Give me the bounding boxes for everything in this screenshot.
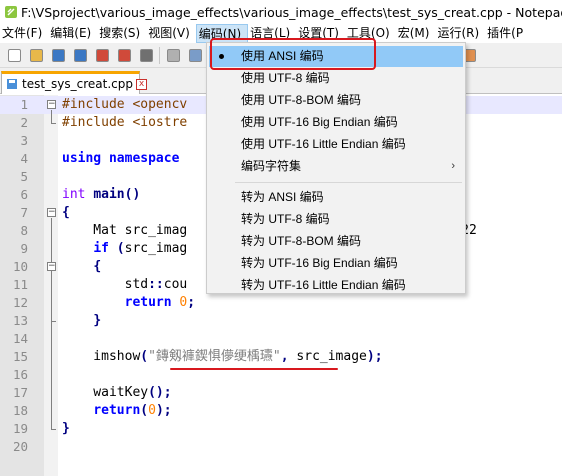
notepadpp-app-icon [5, 6, 17, 18]
tab-test-sys-creat[interactable]: test_sys_creat.cpp x [1, 71, 148, 94]
code-line[interactable]: 18 return(0); [0, 402, 562, 420]
code-line[interactable]: 14 [0, 330, 562, 348]
menu-item-label: 转为 UTF-16 Little Endian 编码 [241, 278, 406, 292]
code-text: imshow("鏄剱褲鍥惧儚绠楀瓙", src_image); [62, 349, 383, 364]
fold-line [51, 110, 52, 123]
menu-item-label: 编码字符集 [241, 159, 302, 173]
code-line[interactable]: 13 } [0, 312, 562, 330]
save-icon[interactable] [50, 47, 66, 63]
code-line[interactable]: 12 return 0; [0, 294, 562, 312]
code-line[interactable]: 17 waitKey(); [0, 384, 562, 402]
code-text: return(0); [93, 403, 172, 418]
fold-toggle-icon[interactable]: − [47, 208, 56, 217]
encoding-menu: 使用 ANSI 编码 使用 UTF-8 编码 使用 UTF-8-BOM 编码 使用 U… [206, 42, 466, 294]
fold-end [51, 321, 56, 322]
menu-separator [235, 182, 462, 183]
menu-item-label: 使用 UTF-16 Little Endian 编码 [241, 137, 406, 151]
tab-close-icon[interactable]: x [136, 78, 148, 90]
line-number: 9 [20, 241, 28, 256]
new-file-icon[interactable] [6, 47, 22, 63]
code-text: #include <opencv [62, 97, 188, 112]
line-number: 10 [12, 259, 28, 274]
print-icon[interactable] [138, 47, 154, 63]
encoding-menu-item[interactable]: 使用 UTF-16 Little Endian 编码 [209, 134, 463, 155]
window-title: F:\VSproject\various_image_effects\vario… [21, 4, 562, 20]
toolbar-separator [159, 46, 160, 64]
annotation-underline [170, 368, 338, 370]
submenu-arrow-icon: › [451, 160, 455, 172]
line-number: 3 [20, 133, 28, 148]
code-text: } [93, 313, 102, 328]
code-text: return 0; [124, 295, 196, 310]
menu-item-10[interactable]: 插件(P [485, 24, 529, 43]
file-saved-icon [7, 79, 17, 89]
fold-end [51, 123, 56, 124]
line-number: 2 [20, 115, 28, 130]
cut-icon[interactable] [165, 47, 181, 63]
line-number: 4 [20, 151, 28, 166]
menu-item-2[interactable]: 搜索(S) [97, 24, 146, 43]
title-bar: F:\VSproject\various_image_effects\vario… [0, 0, 562, 24]
menu-item-8[interactable]: 宏(M) [396, 24, 436, 43]
encoding-menu-item[interactable]: 转为 UTF-8-BOM 编码 [209, 231, 463, 252]
code-text: int main() [62, 187, 141, 202]
code-text: } [62, 421, 70, 436]
encoding-menu-item[interactable]: 使用 UTF-16 Big Endian 编码 [209, 112, 463, 133]
code-line[interactable]: 19} [0, 420, 562, 438]
code-text: #include <iostre [62, 115, 188, 130]
fold-toggle-icon[interactable]: − [47, 100, 56, 109]
line-number: 7 [20, 205, 28, 220]
line-number: 16 [12, 367, 28, 382]
menu-item-9[interactable]: 运行(R) [435, 24, 485, 43]
save-all-icon[interactable] [72, 47, 88, 63]
fold-line [51, 218, 52, 429]
encoding-menu-item[interactable]: 使用 UTF-8 编码 [209, 68, 463, 89]
line-number: 18 [12, 403, 28, 418]
open-file-icon[interactable] [28, 47, 44, 63]
code-text: { [93, 259, 102, 274]
menu-item-1[interactable]: 编辑(E) [48, 24, 97, 43]
code-text: if (src_imag [93, 241, 188, 256]
close-all-icon[interactable] [116, 47, 132, 63]
encoding-menu-item[interactable]: 转为 ANSI 编码 [209, 187, 463, 208]
line-number: 6 [20, 187, 28, 202]
copy-icon[interactable] [187, 47, 203, 63]
line-number: 15 [12, 349, 28, 364]
line-number: 11 [12, 277, 28, 292]
line-number: 19 [12, 421, 28, 436]
line-number: 8 [20, 223, 28, 238]
menu-item-0[interactable]: 文件(F) [0, 24, 48, 43]
close-icon[interactable] [94, 47, 110, 63]
encoding-menu-item[interactable]: 编码字符集 › [209, 156, 463, 177]
menu-item-label: 使用 UTF-8-BOM 编码 [241, 93, 361, 107]
line-number: 5 [20, 169, 28, 184]
code-line[interactable]: 15 imshow("鏄剱褲鍥惧儚绠楀瓙", src_image); [0, 348, 562, 366]
line-number: 17 [12, 385, 28, 400]
annotation-highlight-box [210, 38, 376, 70]
code-line[interactable]: 20 [0, 438, 562, 456]
line-number: 13 [12, 313, 28, 328]
menu-item-label: 转为 ANSI 编码 [241, 190, 324, 204]
encoding-menu-item[interactable]: 转为 UTF-16 Little Endian 编码 [209, 275, 463, 296]
menu-item-label: 使用 UTF-8 编码 [241, 71, 330, 85]
fold-toggle-icon[interactable]: − [47, 262, 56, 271]
encoding-menu-item[interactable]: 转为 UTF-8 编码 [209, 209, 463, 230]
code-text: waitKey(); [62, 385, 172, 400]
menu-item-label: 转为 UTF-8 编码 [241, 212, 330, 226]
menu-item-label: 转为 UTF-8-BOM 编码 [241, 234, 361, 248]
menu-item-label: 转为 UTF-16 Big Endian 编码 [241, 256, 398, 270]
code-text: using namespace [62, 151, 180, 166]
menu-item-3[interactable]: 视图(V) [146, 24, 196, 43]
code-text: { [62, 205, 70, 220]
encoding-menu-item[interactable]: 转为 UTF-16 Big Endian 编码 [209, 253, 463, 274]
menu-item-label: 使用 UTF-16 Big Endian 编码 [241, 115, 398, 129]
line-number: 12 [12, 295, 28, 310]
fold-line [51, 272, 52, 321]
line-number: 14 [12, 331, 28, 346]
line-number: 1 [20, 97, 28, 112]
fold-end [51, 429, 56, 430]
encoding-menu-item[interactable]: 使用 UTF-8-BOM 编码 [209, 90, 463, 111]
tab-label: test_sys_creat.cpp [22, 77, 134, 91]
line-number: 20 [12, 439, 28, 454]
